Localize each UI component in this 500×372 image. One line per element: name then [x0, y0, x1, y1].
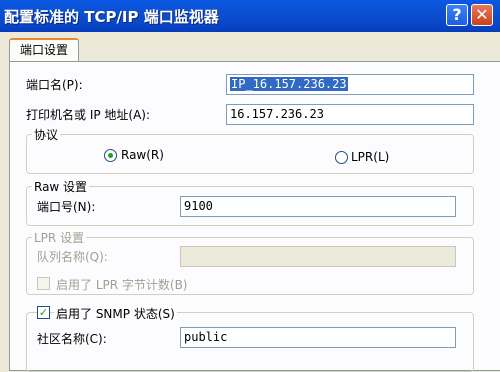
printer-address-input[interactable]: 16.157.236.23 [226, 104, 474, 125]
raw-radio[interactable] [104, 149, 117, 162]
protocol-legend: 协议 [32, 126, 61, 143]
lpr-byte-count-checkbox[interactable] [37, 277, 50, 290]
queue-name-label: 队列名称(Q): [37, 250, 108, 264]
port-name-input[interactable]: IP_16.157.236.23 [226, 74, 474, 95]
port-number-input[interactable]: 9100 [180, 196, 456, 217]
protocol-group [26, 134, 474, 174]
lpr-radio-label[interactable]: LPR(L) [351, 150, 389, 164]
community-name-label: 社区名称(C): [37, 332, 107, 346]
window-title: 配置标准的 TCP/IP 端口监视器 [4, 8, 219, 26]
tab-label: 端口设置 [19, 43, 68, 57]
port-number-label: 端口号(N): [37, 200, 96, 214]
lpr-settings-legend: LPR 设置 [32, 229, 87, 246]
raw-settings-legend: Raw 设置 [32, 178, 90, 195]
close-button[interactable]: ✕ [471, 4, 493, 26]
help-button[interactable]: ? [446, 4, 468, 26]
check-icon: ✓ [38, 306, 49, 319]
raw-radio-label[interactable]: Raw(R) [121, 148, 164, 162]
tab-port-settings[interactable]: 端口设置 [9, 38, 79, 62]
printer-address-label: 打印机名或 IP 地址(A): [26, 108, 151, 122]
title-bar[interactable]: 配置标准的 TCP/IP 端口监视器 ? ✕ [0, 0, 500, 32]
queue-name-input[interactable] [180, 246, 456, 267]
lpr-byte-count-label: 启用了 LPR 字节计数(B) [56, 278, 188, 292]
community-name-input[interactable]: public [180, 327, 456, 348]
close-icon: ✕ [475, 5, 489, 24]
port-name-label: 端口名(P): [26, 78, 83, 92]
lpr-radio[interactable] [335, 151, 348, 164]
help-icon: ? [452, 5, 462, 24]
raw-radio-dot [108, 153, 113, 158]
port-name-value: IP_16.157.236.23 [230, 77, 348, 91]
snmp-checkbox[interactable]: ✓ [37, 306, 50, 319]
snmp-label[interactable]: 启用了 SNMP 状态(S) [54, 305, 177, 322]
